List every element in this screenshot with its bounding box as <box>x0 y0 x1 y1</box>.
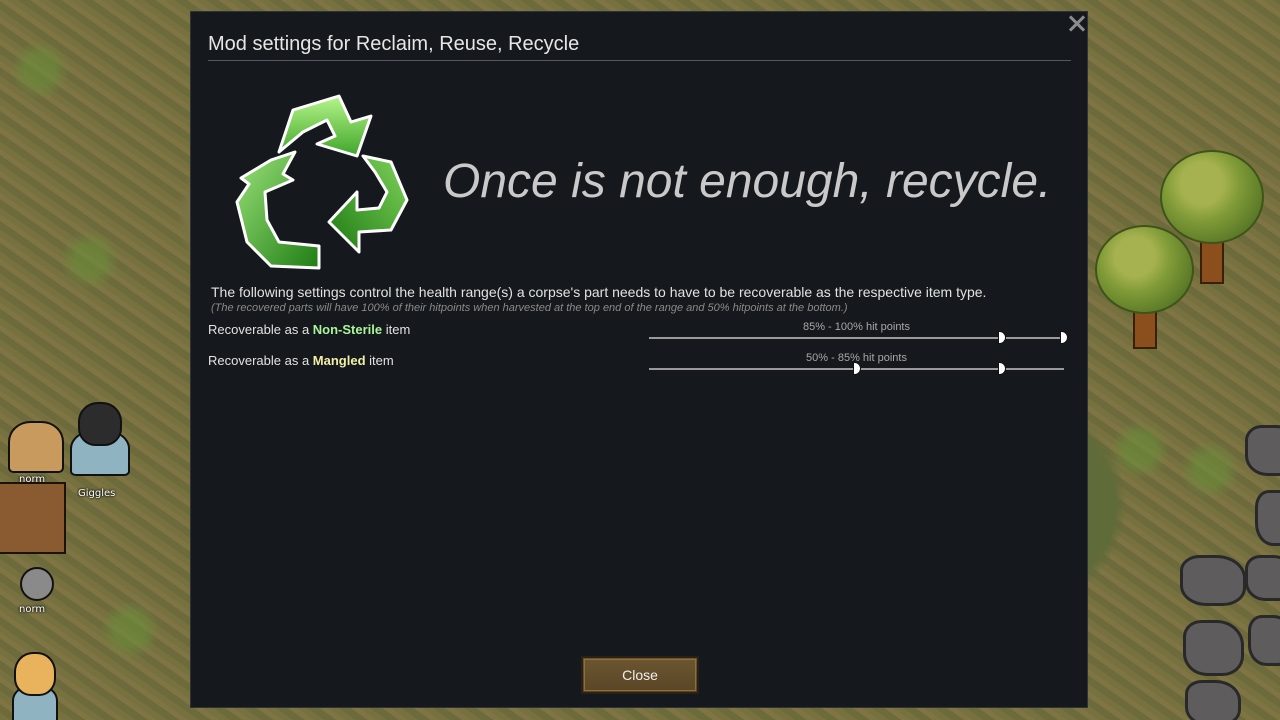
grass-patch <box>10 40 70 100</box>
title-divider <box>208 60 1071 61</box>
range-slider-non-sterile[interactable]: 85% - 100% hit points <box>649 321 1068 345</box>
pawn-animal[interactable] <box>10 555 58 603</box>
grass-patch <box>60 230 120 290</box>
slider-handle-min[interactable] <box>852 362 861 375</box>
pawn-animal[interactable] <box>4 415 64 475</box>
range-slider-mangled[interactable]: 50% - 85% hit points <box>649 352 1064 376</box>
setting-keyword: Mangled <box>312 353 366 368</box>
slider-handle-max[interactable] <box>1060 331 1068 344</box>
setting-label-non-sterile: Recoverable as a Non-Sterile item <box>208 322 410 337</box>
setting-label-suffix: item <box>382 322 411 337</box>
setting-label-prefix: Recoverable as a <box>208 322 313 337</box>
wooden-table <box>0 482 66 554</box>
grass-patch <box>1180 440 1240 500</box>
rock <box>1183 620 1244 676</box>
close-icon[interactable] <box>1065 12 1089 36</box>
rock <box>1180 555 1246 606</box>
pawn-label: norm <box>19 604 46 615</box>
pawn-label: norm <box>19 474 46 485</box>
grass-patch <box>1110 420 1170 480</box>
mod-settings-dialog: Mod settings for Reclaim, Reuse, Recycle… <box>190 11 1088 708</box>
settings-note: (The recovered parts will have 100% of t… <box>211 302 848 314</box>
setting-label-mangled: Recoverable as a Mangled item <box>208 353 394 368</box>
rock <box>1255 490 1280 546</box>
setting-keyword: Non-Sterile <box>312 322 383 337</box>
setting-label-prefix: Recoverable as a <box>208 353 313 368</box>
slider-handle-max[interactable] <box>997 362 1006 375</box>
grass-patch <box>100 600 160 660</box>
rock <box>1185 680 1241 720</box>
setting-label-suffix: item <box>365 353 394 368</box>
pawn-label: Giggles <box>78 488 116 499</box>
settings-description: The following settings control the healt… <box>211 284 987 300</box>
rock <box>1248 615 1280 666</box>
dialog-title: Mod settings for Reclaim, Reuse, Recycle <box>208 33 580 55</box>
rock <box>1245 425 1280 476</box>
tagline: Once is not enough, recycle. <box>443 155 1052 208</box>
rock <box>1245 555 1280 601</box>
pawn-colonist[interactable] <box>10 650 60 720</box>
slider-handle-min[interactable] <box>997 331 1006 344</box>
close-button[interactable]: Close <box>581 656 699 694</box>
pawn-colonist[interactable] <box>68 400 130 476</box>
recycle-icon <box>235 94 409 270</box>
